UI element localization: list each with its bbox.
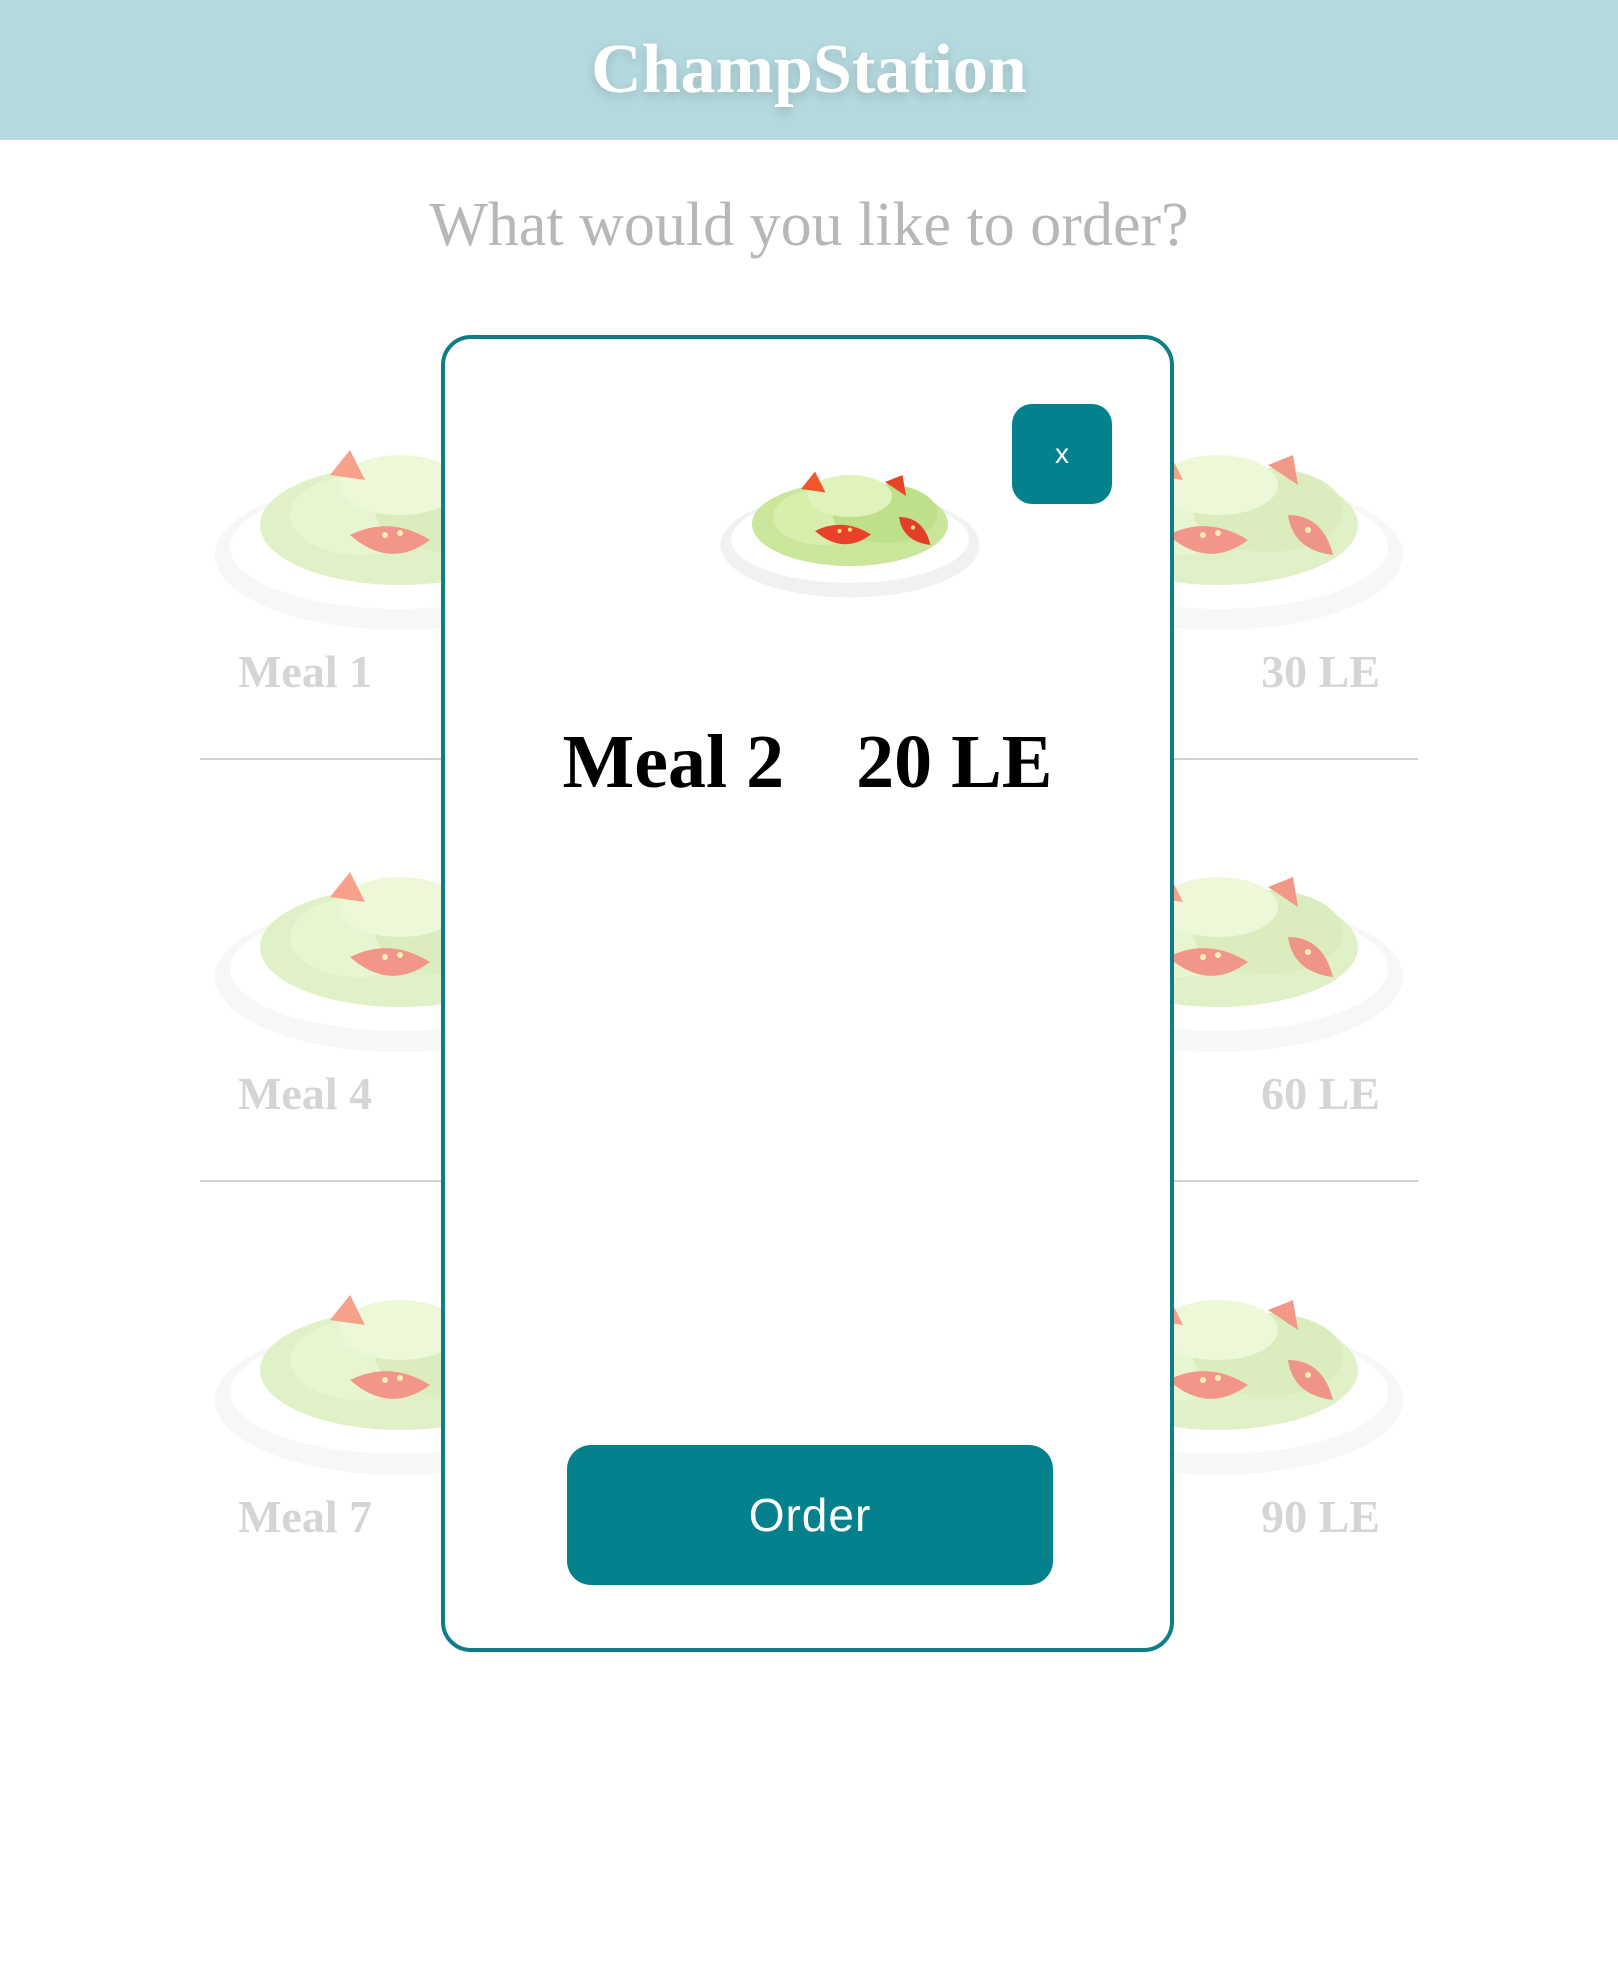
meal-name: Meal 1 [238, 646, 373, 697]
meal-name: Meal 7 [238, 1491, 373, 1542]
meal-price: 60 LE [1261, 1068, 1380, 1119]
meal-name: Meal 4 [238, 1068, 373, 1119]
meal-detail-modal: x Meal 2 20 LE Order [441, 335, 1174, 1652]
order-button[interactable]: Order [567, 1445, 1053, 1585]
modal-meal-price: 20 LE [856, 720, 1053, 804]
meal-price: 30 LE [1261, 646, 1380, 697]
close-button[interactable]: x [1012, 404, 1112, 504]
modal-meal-title: Meal 2 20 LE [445, 719, 1170, 806]
salad-image [710, 434, 990, 614]
meal-price: 90 LE [1261, 1491, 1380, 1542]
modal-meal-name: Meal 2 [562, 720, 785, 804]
